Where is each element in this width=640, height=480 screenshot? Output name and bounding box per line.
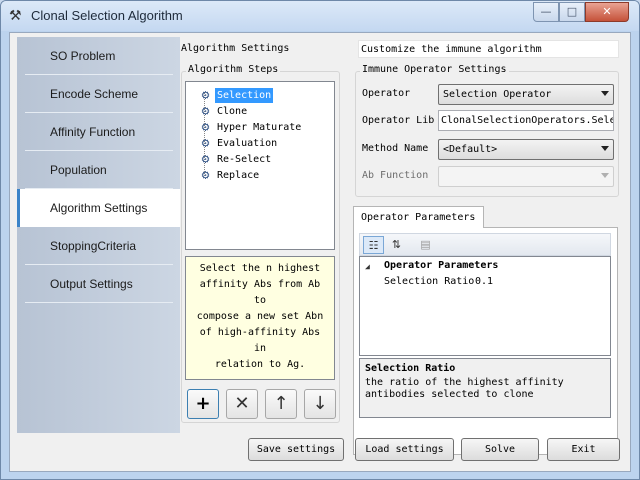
- chevron-down-icon: [601, 173, 609, 178]
- categorized-icon[interactable]: ☷: [363, 236, 384, 254]
- window-title: Clonal Selection Algorithm: [31, 8, 183, 23]
- move-step-up-button[interactable]: ↑: [265, 389, 297, 419]
- immune-header: Customize the immune algorithm: [358, 40, 619, 58]
- move-step-down-button[interactable]: ↓: [304, 389, 336, 419]
- method-name-label: Method Name: [362, 143, 429, 154]
- chevron-down-icon: [601, 146, 609, 151]
- section-title: Algorithm Settings: [181, 43, 290, 54]
- tab-operator-parameters[interactable]: Operator Parameters: [353, 206, 484, 228]
- nav-item-encode-scheme[interactable]: Encode Scheme: [25, 75, 173, 113]
- gear-icon: ⚙: [201, 168, 210, 183]
- operator-lib-label: Operator Lib: [362, 115, 435, 126]
- operator-lib-field[interactable]: ClonalSelectionOperators.Sele: [438, 110, 614, 131]
- immune-operator-title: Immune Operator Settings: [360, 64, 509, 75]
- wrench-icon: ⚒: [9, 8, 22, 24]
- property-help: Selection Ratio the ratio of the highest…: [359, 358, 611, 418]
- property-pages-icon[interactable]: ▤: [415, 236, 436, 254]
- save-settings-button[interactable]: Save settings: [248, 438, 344, 461]
- ab-function-label: Ab Function: [362, 170, 429, 181]
- exit-button[interactable]: Exit: [547, 438, 620, 461]
- nav-item-affinity-function[interactable]: Affinity Function: [25, 113, 173, 151]
- nav-item-output-settings[interactable]: Output Settings: [25, 265, 173, 303]
- maximize-button[interactable]: □: [559, 2, 585, 22]
- nav-item-stopping-criteria[interactable]: StoppingCriteria: [25, 227, 173, 265]
- add-step-button[interactable]: +: [187, 389, 219, 419]
- property-value-selection-ratio[interactable]: 0.1: [475, 276, 493, 287]
- property-grid-toolbar: ☷ ⇅ ▤: [359, 233, 611, 256]
- nav-item-so-problem[interactable]: SO Problem: [25, 37, 173, 75]
- algorithm-steps-title: Algorithm Steps: [186, 64, 281, 75]
- gear-icon: ⚙: [201, 120, 210, 135]
- operator-select[interactable]: Selection Operator: [438, 84, 614, 105]
- property-category: Operator Parameters: [384, 260, 499, 271]
- property-grid: ◢ Operator Parameters Selection Ratio 0.…: [359, 256, 611, 356]
- nav-item-population[interactable]: Population: [25, 151, 173, 189]
- solve-button[interactable]: Solve: [461, 438, 539, 461]
- gear-icon: ⚙: [201, 104, 210, 119]
- settings-nav: SO Problem Encode Scheme Affinity Functi…: [17, 37, 180, 433]
- chevron-down-icon: [601, 91, 609, 96]
- property-help-text: the ratio of the highest affinity antibo…: [365, 377, 564, 400]
- title-bar[interactable]: ⚒ Clonal Selection Algorithm — □ ✕: [1, 1, 639, 31]
- step-description: Select the n highest affinity Abs from A…: [185, 256, 335, 380]
- algorithm-steps-tree[interactable]: ⚙ Selection ⚙ Clone ⚙ Hyper Maturate ⚙ E…: [185, 81, 335, 250]
- gear-icon: ⚙: [201, 152, 210, 167]
- ab-function-select[interactable]: [438, 166, 614, 187]
- method-name-select[interactable]: <Default>: [438, 139, 614, 160]
- operator-label: Operator: [362, 88, 411, 99]
- collapse-icon[interactable]: ◢: [365, 259, 370, 274]
- minimize-button[interactable]: —: [533, 2, 559, 22]
- main-window: ⚒ Clonal Selection Algorithm — □ ✕ SO Pr…: [0, 0, 640, 480]
- load-settings-button[interactable]: Load settings: [355, 438, 454, 461]
- property-name-selection-ratio[interactable]: Selection Ratio: [384, 276, 474, 287]
- gear-icon: ⚙: [201, 136, 210, 151]
- remove-step-button[interactable]: ✕: [226, 389, 258, 419]
- gear-icon: ⚙: [201, 88, 210, 103]
- close-button[interactable]: ✕: [585, 2, 629, 22]
- nav-item-algorithm-settings[interactable]: Algorithm Settings: [17, 189, 180, 227]
- alphabetical-sort-icon[interactable]: ⇅: [386, 236, 407, 254]
- property-help-title: Selection Ratio: [365, 363, 456, 374]
